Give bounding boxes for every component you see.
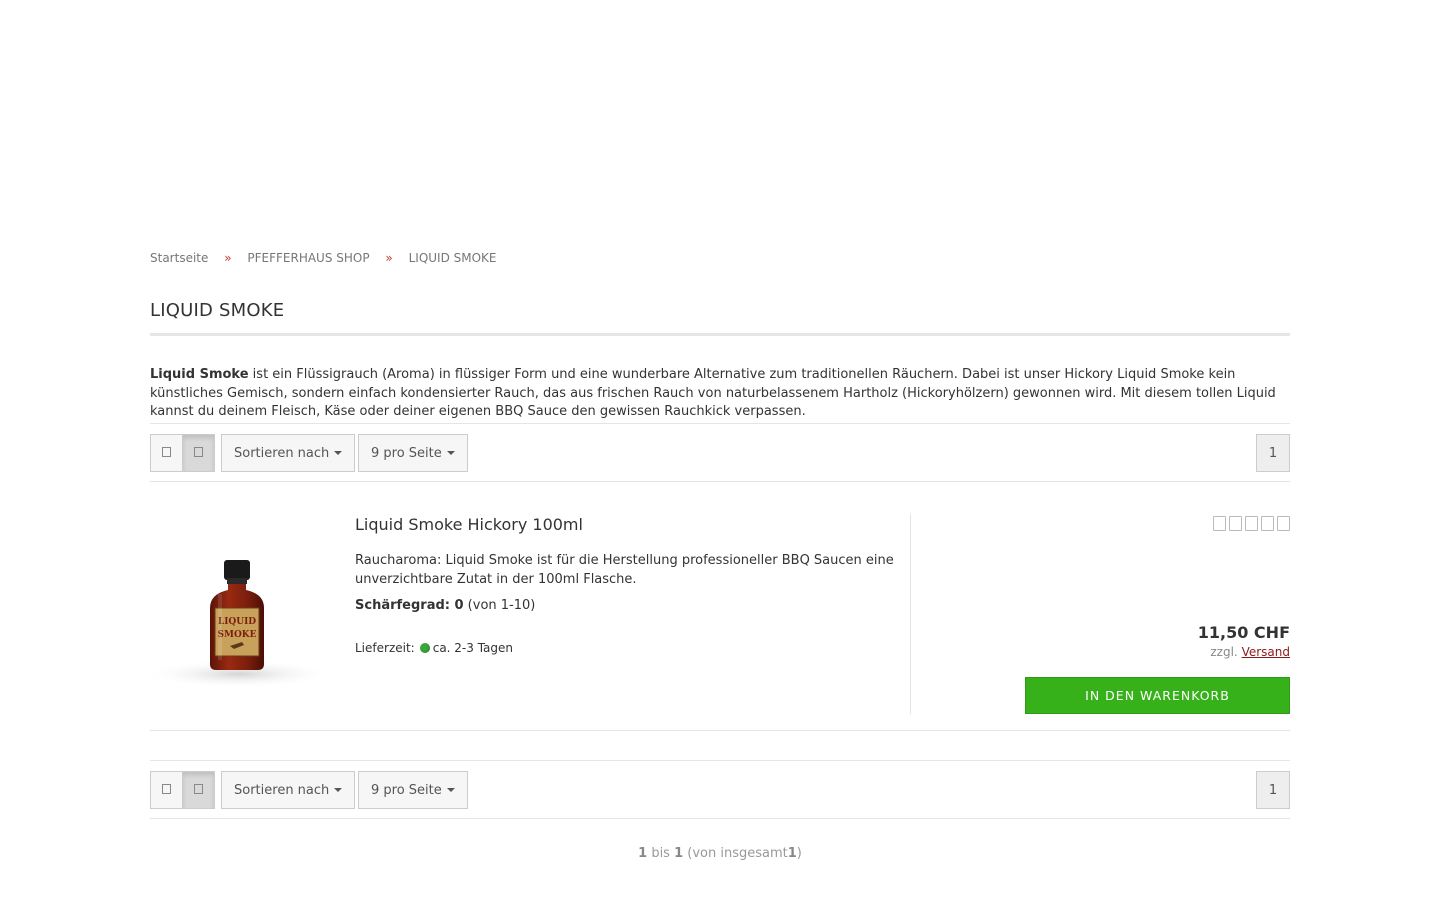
per-page-label: 9 pro Seite <box>371 782 442 798</box>
list-icon <box>194 783 203 797</box>
description-text: ist ein Flüssigrauch (Aroma) in flüssige… <box>150 367 1276 419</box>
results-summary: 1 bis 1 (von insgesamt1) <box>150 846 1290 861</box>
grid-icon <box>162 783 171 797</box>
page-title: LIQUID SMOKE <box>150 300 285 321</box>
results-total-prefix: (von insgesamt <box>687 846 788 861</box>
breadcrumb-home[interactable]: Startseite <box>150 251 208 265</box>
delivery-value: ca. 2-3 Tagen <box>432 641 514 655</box>
caret-down-icon <box>334 788 343 792</box>
breadcrumb: Startseite » PFEFFERHAUS SHOP » LIQUID S… <box>150 251 497 265</box>
sort-dropdown[interactable]: Sortieren nach <box>221 434 356 472</box>
sort-dropdown-label: Sortieren nach <box>234 782 330 798</box>
star-empty-icon <box>1245 516 1258 531</box>
add-to-cart-button[interactable]: IN DEN WARENKORB <box>1025 677 1290 714</box>
page-button[interactable]: 1 <box>1256 434 1290 472</box>
star-empty-icon <box>1277 516 1290 531</box>
product-name-link[interactable]: Liquid Smoke Hickory 100ml <box>355 515 583 534</box>
caret-down-icon <box>334 451 343 455</box>
grid-view-button[interactable] <box>150 434 183 472</box>
delivery-label: Lieferzeit: <box>355 641 415 655</box>
view-toggle-group <box>150 434 215 472</box>
results-total-suffix: ) <box>796 846 802 861</box>
product-short-description: Raucharoma: Liquid Smoke ist für die Her… <box>355 553 894 587</box>
column-divider <box>910 514 911 714</box>
breadcrumb-shop[interactable]: PFEFFERHAUS SHOP <box>247 251 369 265</box>
heat-label: Schärfegrad: 0 <box>355 598 464 613</box>
per-page-dropdown[interactable]: 9 pro Seite <box>358 434 468 472</box>
product-rating <box>1213 516 1290 531</box>
breadcrumb-separator: » <box>224 251 232 265</box>
caret-down-icon <box>446 451 455 455</box>
heat-range: (von 1-10) <box>463 598 536 613</box>
per-page-dropdown[interactable]: 9 pro Seite <box>358 771 468 809</box>
description-bold: Liquid Smoke <box>150 367 249 382</box>
product-toolbar-top: Sortieren nach 9 pro Seite 1 <box>150 423 1290 482</box>
product-list-item: LIQUID SMOKE Liquid Smoke Hickory 100ml … <box>144 484 1290 731</box>
results-from: 1 <box>638 846 648 861</box>
star-empty-icon <box>1229 516 1242 531</box>
list-view-button[interactable] <box>182 771 215 809</box>
list-icon <box>194 446 203 460</box>
product-delivery-time: Lieferzeit: ca. 2-3 Tagen <box>355 641 513 655</box>
list-view-button[interactable] <box>182 434 215 472</box>
sort-dropdown-label: Sortieren nach <box>234 445 330 461</box>
breadcrumb-separator: » <box>385 251 393 265</box>
view-toggle-group <box>150 771 215 809</box>
product-image-label-line2: SMOKE <box>218 630 257 640</box>
results-to: 1 <box>674 846 684 861</box>
shipping-link[interactable]: Versand <box>1242 645 1290 659</box>
category-description: Liquid Smoke ist ein Flüssigrauch (Aroma… <box>150 366 1290 422</box>
product-toolbar-bottom: Sortieren nach 9 pro Seite 1 <box>150 760 1290 819</box>
shipping-prefix: zzgl. <box>1210 645 1238 659</box>
sort-dropdown[interactable]: Sortieren nach <box>221 771 356 809</box>
caret-down-icon <box>446 788 455 792</box>
product-heat-level: Schärfegrad: 0 (von 1-10) <box>355 598 535 613</box>
results-word-to: bis <box>651 846 670 861</box>
star-empty-icon <box>1261 516 1274 531</box>
title-divider <box>150 333 1290 336</box>
delivery-status-icon <box>419 643 430 653</box>
star-empty-icon <box>1213 516 1226 531</box>
per-page-label: 9 pro Seite <box>371 445 442 461</box>
grid-view-button[interactable] <box>150 771 183 809</box>
page-button[interactable]: 1 <box>1256 771 1290 809</box>
breadcrumb-current: LIQUID SMOKE <box>408 251 497 265</box>
grid-icon <box>162 446 171 460</box>
shipping-info: zzgl. Versand <box>1210 645 1290 659</box>
product-image-label-line1: LIQUID <box>218 617 256 627</box>
product-image[interactable]: LIQUID SMOKE <box>142 514 337 690</box>
product-price: 11,50 CHF <box>1197 623 1290 642</box>
results-total: 1 <box>787 846 797 861</box>
